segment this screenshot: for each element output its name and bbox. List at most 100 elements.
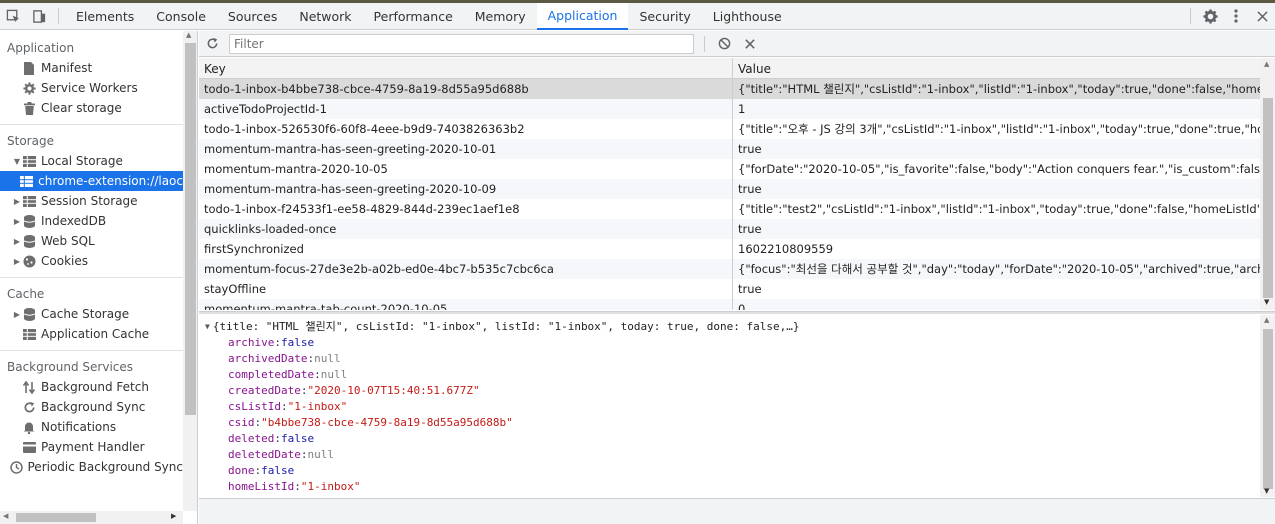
- value-cell[interactable]: {"title":"HTML 챌린지","csListId":"1-inbox"…: [733, 79, 1260, 99]
- value-cell[interactable]: true: [733, 139, 1260, 159]
- value-cell[interactable]: 1602210809559: [733, 239, 1260, 259]
- tab-lighthouse[interactable]: Lighthouse: [702, 3, 793, 30]
- key-cell[interactable]: todo-1-inbox-b4bbe738-cbce-4759-8a19-8d5…: [199, 79, 733, 99]
- column-header-key[interactable]: Key: [199, 58, 733, 79]
- sidebar-item-session-storage[interactable]: ▶ Session Storage: [0, 191, 183, 211]
- value-cell[interactable]: 0: [733, 299, 1260, 310]
- tab-sources[interactable]: Sources: [217, 3, 288, 30]
- sidebar-item-background-fetch[interactable]: Background Fetch: [0, 377, 183, 397]
- key-cell[interactable]: todo-1-inbox-526530f6-60f8-4eee-b9d9-740…: [199, 119, 733, 139]
- table-row[interactable]: momentum-mantra-has-seen-greeting-2020-1…: [199, 179, 1275, 199]
- clear-all-icon[interactable]: [711, 31, 737, 57]
- more-options-icon[interactable]: [1223, 3, 1249, 29]
- toolbar-divider: [1190, 8, 1191, 24]
- triangle-right-icon[interactable]: ▶: [12, 257, 22, 266]
- table-row[interactable]: quicklinks-loaded-once true: [199, 219, 1275, 239]
- table-row[interactable]: todo-1-inbox-526530f6-60f8-4eee-b9d9-740…: [199, 119, 1275, 139]
- preview-scrollbar-thumb[interactable]: [1263, 329, 1273, 489]
- table-row[interactable]: momentum-mantra-has-seen-greeting-2020-1…: [199, 139, 1275, 159]
- sidebar-item-indexeddb[interactable]: ▶ IndexedDB: [0, 211, 183, 231]
- expand-triangle-icon[interactable]: ▼: [205, 322, 210, 331]
- table-row[interactable]: momentum-focus-27de3e2b-a02b-ed0e-4bc7-b…: [199, 259, 1275, 279]
- tab-console[interactable]: Console: [145, 3, 217, 30]
- section-title-storage: Storage: [7, 134, 54, 148]
- key-cell[interactable]: momentum-mantra-has-seen-greeting-2020-1…: [199, 179, 733, 199]
- property-key: completedDate: [228, 367, 315, 381]
- value-cell[interactable]: true: [733, 179, 1260, 199]
- table-row[interactable]: momentum-mantra-2020-10-05 {"forDate":"20…: [199, 159, 1275, 179]
- value-cell[interactable]: true: [733, 219, 1260, 239]
- grid-icon: [22, 327, 36, 341]
- sidebar-item-service-workers[interactable]: Service Workers: [0, 78, 183, 98]
- table-row[interactable]: momentum-mantra-tab-count-2020-10-05 0: [199, 299, 1275, 310]
- inspect-element-icon[interactable]: [0, 3, 26, 29]
- table-scrollbar[interactable]: ▲ ▼: [1260, 58, 1275, 310]
- key-cell[interactable]: quicklinks-loaded-once: [199, 219, 733, 239]
- table-row[interactable]: stayOffline true: [199, 279, 1275, 299]
- sidebar-item-background-sync[interactable]: Background Sync: [0, 397, 183, 417]
- triangle-right-icon[interactable]: ▶: [12, 310, 22, 319]
- tab-memory[interactable]: Memory: [464, 3, 537, 30]
- column-header-value[interactable]: Value: [733, 58, 1260, 79]
- sidebar-item-payment-handler[interactable]: Payment Handler: [0, 437, 183, 457]
- value-cell[interactable]: {"title":"test2","csListId":"1-inbox","l…: [733, 199, 1260, 219]
- sidebar-item-label: Payment Handler: [41, 440, 145, 454]
- close-icon[interactable]: [1249, 3, 1275, 29]
- sidebar-item-manifest[interactable]: Manifest: [0, 58, 183, 78]
- triangle-right-icon[interactable]: ▶: [12, 217, 22, 226]
- sidebar-item-clear-storage[interactable]: Clear storage: [0, 98, 183, 118]
- triangle-right-icon[interactable]: ▶: [12, 237, 22, 246]
- key-cell[interactable]: momentum-focus-27de3e2b-a02b-ed0e-4bc7-b…: [199, 259, 733, 279]
- table-row[interactable]: firstSynchronized 1602210809559: [199, 239, 1275, 259]
- sidebar-item-cache-storage[interactable]: ▶ Cache Storage: [0, 304, 183, 324]
- preview-scrollbar[interactable]: ▲ ▼: [1260, 315, 1275, 497]
- sidebar-scrollbar[interactable]: ▲: [183, 31, 197, 511]
- value-cell[interactable]: {"forDate":"2020-10-05","is_favorite":fa…: [733, 159, 1260, 179]
- sidebar-item-cookies[interactable]: ▶ Cookies: [0, 251, 183, 271]
- tab-elements[interactable]: Elements: [65, 3, 145, 30]
- sidebar-item-local-storage-origin[interactable]: chrome-extension://laoc: [0, 171, 183, 191]
- table-row[interactable]: todo-1-inbox-f24533f1-ee58-4829-844d-239…: [199, 199, 1275, 219]
- key-cell[interactable]: momentum-mantra-tab-count-2020-10-05: [199, 299, 733, 310]
- table-row[interactable]: activeTodoProjectId-1 1: [199, 99, 1275, 119]
- tab-network[interactable]: Network: [288, 3, 362, 30]
- key-cell[interactable]: momentum-mantra-has-seen-greeting-2020-1…: [199, 139, 733, 159]
- property-separator: :: [274, 335, 281, 349]
- delete-selected-icon[interactable]: [737, 31, 763, 57]
- property-key: csListId: [228, 399, 281, 413]
- sidebar-item-application-cache[interactable]: Application Cache: [0, 324, 183, 344]
- tab-application[interactable]: Application: [536, 2, 629, 30]
- sidebar-item-periodic-background-sync[interactable]: Periodic Background Sync: [0, 457, 183, 477]
- table-row[interactable]: todo-1-inbox-b4bbe738-cbce-4759-8a19-8d5…: [199, 79, 1275, 99]
- triangle-down-icon[interactable]: ▼: [12, 157, 22, 166]
- sidebar-item-web-sql[interactable]: ▶ Web SQL: [0, 231, 183, 251]
- value-cell[interactable]: {"title":"오후 - JS 강의 3개","csListId":"1-i…: [733, 119, 1260, 139]
- card-icon: [22, 440, 36, 454]
- device-toolbar-icon[interactable]: [26, 3, 52, 29]
- tab-security[interactable]: Security: [628, 3, 701, 30]
- key-cell[interactable]: todo-1-inbox-f24533f1-ee58-4829-844d-239…: [199, 199, 733, 219]
- key-cell[interactable]: activeTodoProjectId-1: [199, 99, 733, 119]
- key-cell[interactable]: stayOffline: [199, 279, 733, 299]
- table-scrollbar-thumb[interactable]: [1263, 98, 1273, 298]
- filter-input[interactable]: [229, 33, 694, 54]
- value-cell[interactable]: true: [733, 279, 1260, 299]
- value-cell[interactable]: 1: [733, 99, 1260, 119]
- sidebar-item-label: Local Storage: [41, 154, 123, 168]
- sidebar-item-notifications[interactable]: Notifications: [0, 417, 183, 437]
- tab-performance[interactable]: Performance: [363, 3, 464, 30]
- database-icon: [22, 234, 36, 248]
- sidebar-item-local-storage[interactable]: ▼ Local Storage: [0, 151, 183, 171]
- sidebar-scrollbar-thumb[interactable]: [185, 43, 196, 415]
- sidebar-horizontal-scrollbar-thumb[interactable]: [16, 513, 96, 522]
- gear-icon[interactable]: [1197, 3, 1223, 29]
- value-cell[interactable]: {"focus":"최선을 다해서 공부할 것","day":"today","…: [733, 259, 1260, 279]
- triangle-right-icon[interactable]: ▶: [12, 197, 22, 206]
- key-cell[interactable]: momentum-mantra-2020-10-05: [199, 159, 733, 179]
- key-cell[interactable]: firstSynchronized: [199, 239, 733, 259]
- refresh-icon[interactable]: [199, 31, 225, 57]
- property-value: false: [261, 463, 295, 477]
- preview-summary[interactable]: ▼ {title: "HTML 챌린지", csListId: "1-inbox…: [199, 318, 1260, 334]
- sidebar-horizontal-scrollbar[interactable]: ◀ ▶: [0, 511, 183, 524]
- panel-splitter[interactable]: [199, 311, 1275, 314]
